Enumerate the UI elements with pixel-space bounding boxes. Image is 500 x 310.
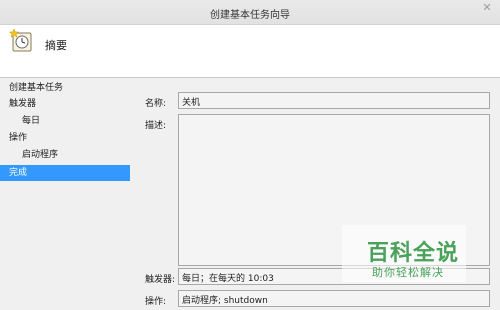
trigger-label: 触发器:	[145, 275, 176, 285]
page-title: 摘要	[45, 39, 67, 52]
name-field[interactable]: 关机	[178, 92, 490, 109]
nav-item-action[interactable]: 操作	[0, 130, 130, 146]
close-icon[interactable]: ✕	[478, 1, 496, 15]
nav-item-start-program[interactable]: 启动程序	[0, 147, 130, 163]
wizard-header: 摘要	[0, 25, 500, 77]
window-title: 创建基本任务向导	[210, 10, 290, 21]
title-bar: 创建基本任务向导 ✕	[0, 0, 500, 25]
action-value: 启动程序; shutdown	[182, 296, 268, 306]
trigger-value: 每日；在每天的 10:03	[182, 274, 274, 284]
nav-item-daily[interactable]: 每日	[0, 113, 130, 129]
action-label: 操作:	[145, 297, 167, 307]
nav-item-finish[interactable]: 完成	[0, 165, 130, 181]
action-field[interactable]: 启动程序; shutdown	[178, 290, 490, 307]
watermark-title: 百科全说	[367, 241, 460, 266]
description-label: 描述:	[145, 121, 167, 131]
nav-item-create-basic-task[interactable]: 创建基本任务	[0, 80, 130, 96]
watermark-subtitle: 助你轻松解决	[372, 266, 444, 279]
watermark: 百科全说 助你轻松解决	[342, 225, 466, 282]
nav-item-trigger[interactable]: 触发器	[0, 96, 130, 112]
wizard-steps-nav: 创建基本任务 触发器 每日 操作 启动程序 完成	[0, 78, 132, 310]
name-label: 名称:	[145, 99, 167, 109]
task-clock-icon	[9, 28, 32, 52]
name-value: 关机	[182, 98, 201, 108]
